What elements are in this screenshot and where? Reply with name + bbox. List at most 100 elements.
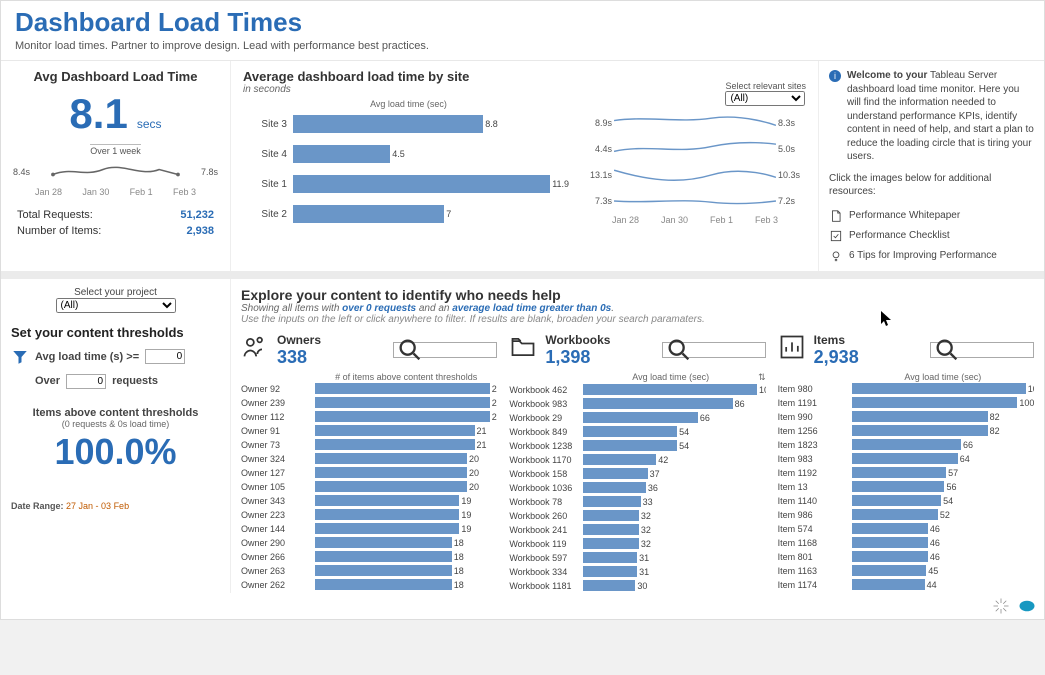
site-bar-row[interactable]: Site 27	[243, 199, 574, 229]
table-row[interactable]: Workbook 26032	[509, 509, 765, 523]
spark-end: 7.8s	[201, 167, 218, 177]
avg-load-input[interactable]	[145, 349, 185, 364]
site-line-row[interactable]: 7.3s7.2s	[586, 189, 806, 213]
table-row[interactable]: Item 116846	[778, 536, 1034, 550]
table-row[interactable]: Owner 7321	[241, 438, 497, 452]
over-requests-input[interactable]	[66, 374, 106, 389]
search-icon	[396, 336, 424, 364]
folder-icon	[509, 333, 537, 361]
table-row[interactable]: Item 1191100	[778, 396, 1034, 410]
table-row[interactable]: Item 119257	[778, 466, 1034, 480]
info-bold: Welcome to your	[847, 70, 927, 81]
table-row[interactable]: Item 116345	[778, 564, 1034, 578]
table-row[interactable]: Workbook 11932	[509, 537, 765, 551]
table-row[interactable]: Item 1356	[778, 480, 1034, 494]
items-axis: Avg load time (sec)	[852, 372, 1034, 382]
people-icon	[241, 333, 269, 361]
table-row[interactable]: Workbook 98386	[509, 397, 765, 411]
table-row[interactable]: Workbook 59731	[509, 551, 765, 565]
explore-sub-post: .	[611, 303, 614, 314]
table-row[interactable]: Item 117444	[778, 578, 1034, 592]
items-search[interactable]	[930, 342, 1034, 358]
by-site-sub: in seconds	[243, 84, 806, 95]
by-site-panel: Average dashboard load time by site in s…	[231, 61, 819, 271]
table-row[interactable]: Owner 14419	[241, 522, 497, 536]
workbooks-search-input[interactable]	[695, 345, 765, 356]
table-row[interactable]: Workbook 123854	[509, 439, 765, 453]
info-panel: i Welcome to your Tableau Server dashboa…	[819, 61, 1044, 271]
items-title: Items	[814, 333, 859, 347]
explore-heading: Explore your content to identify who nee…	[241, 287, 1034, 303]
select-sites-label: Select relevant sites	[725, 81, 806, 91]
site-bar-row[interactable]: Site 44.5	[243, 139, 574, 169]
link-tips[interactable]: 6 Tips for Improving Performance	[829, 249, 1034, 263]
owners-column[interactable]: Owners 338 # of items above content thre…	[241, 333, 497, 593]
workbooks-title: Workbooks	[545, 333, 610, 347]
site-lines[interactable]: Select relevant sites (All) 8.9s8.3s4.4s…	[586, 99, 806, 229]
table-row[interactable]: Owner 23923	[241, 396, 497, 410]
site-line-row[interactable]: 4.4s5.0s	[586, 137, 806, 161]
table-row[interactable]: Workbook 462100	[509, 383, 765, 397]
num-items-label: Number of Items:	[17, 225, 101, 237]
items-column[interactable]: Items 2,938 Avg load time (sec) Item 980…	[778, 333, 1034, 593]
table-row[interactable]: Owner 9121	[241, 424, 497, 438]
table-row[interactable]: Item 98364	[778, 452, 1034, 466]
table-row[interactable]: Owner 9223	[241, 382, 497, 396]
site-bar-row[interactable]: Site 38.8	[243, 109, 574, 139]
table-row[interactable]: Workbook 7833	[509, 495, 765, 509]
table-row[interactable]: Workbook 118130	[509, 579, 765, 593]
table-row[interactable]: Item 114054	[778, 494, 1034, 508]
table-row[interactable]: Owner 26218	[241, 578, 497, 592]
table-row[interactable]: Owner 26318	[241, 564, 497, 578]
page-subtitle: Monitor load times. Partner to improve d…	[15, 40, 1030, 52]
table-row[interactable]: Workbook 2966	[509, 411, 765, 425]
table-row[interactable]: Workbook 103636	[509, 481, 765, 495]
table-row[interactable]: Owner 11223	[241, 410, 497, 424]
link-whitepaper[interactable]: Performance Whitepaper	[829, 209, 1034, 223]
link-label: Performance Whitepaper	[849, 209, 960, 223]
table-row[interactable]: Workbook 84954	[509, 425, 765, 439]
table-row[interactable]: Workbook 15837	[509, 467, 765, 481]
cursor-icon	[881, 311, 893, 327]
project-dropdown[interactable]: (All)	[56, 298, 176, 313]
table-row[interactable]: Owner 12720	[241, 466, 497, 480]
select-sites-dropdown[interactable]: (All)	[725, 91, 805, 106]
table-row[interactable]: Owner 10520	[241, 480, 497, 494]
table-row[interactable]: Item 99082	[778, 410, 1034, 424]
owners-count: 338	[277, 347, 321, 368]
tableau-logo-icon	[992, 597, 1010, 615]
owners-search-input[interactable]	[426, 345, 496, 356]
link-checklist[interactable]: Performance Checklist	[829, 229, 1034, 243]
owners-search[interactable]	[393, 342, 497, 358]
table-row[interactable]: Item 125682	[778, 424, 1034, 438]
table-row[interactable]: Owner 26618	[241, 550, 497, 564]
avg-heading: Avg Dashboard Load Time	[13, 69, 218, 84]
table-row[interactable]: Owner 22319	[241, 508, 497, 522]
explore-sub2: Use the inputs on the left or click anyw…	[241, 314, 1034, 325]
items-search-input[interactable]	[963, 345, 1033, 356]
dashboard: Dashboard Load Times Monitor load times.…	[0, 0, 1045, 620]
sort-icon[interactable]: ⇅	[758, 372, 766, 383]
chart-icon	[778, 333, 806, 361]
table-row[interactable]: Owner 32420	[241, 452, 497, 466]
site-line-row[interactable]: 8.9s8.3s	[586, 111, 806, 135]
table-row[interactable]: Item 182366	[778, 438, 1034, 452]
lightbulb-icon	[829, 249, 843, 263]
table-row[interactable]: Item 80146	[778, 550, 1034, 564]
site-bar-row[interactable]: Site 111.9	[243, 169, 574, 199]
table-row[interactable]: Workbook 117042	[509, 453, 765, 467]
site-bar-axis: Avg load time (sec)	[243, 99, 574, 109]
table-row[interactable]: Owner 34319	[241, 494, 497, 508]
workbooks-search[interactable]	[662, 342, 766, 358]
table-row[interactable]: Item 57446	[778, 522, 1034, 536]
table-row[interactable]: Owner 29018	[241, 536, 497, 550]
site-bars[interactable]: Avg load time (sec) Site 38.8Site 44.5Si…	[243, 99, 574, 229]
site-line-row[interactable]: 13.1s10.3s	[586, 163, 806, 187]
table-row[interactable]: Workbook 24132	[509, 523, 765, 537]
table-row[interactable]: Item 980105	[778, 382, 1034, 396]
table-row[interactable]: Workbook 33431	[509, 565, 765, 579]
info-links-intro: Click the images below for additional re…	[829, 172, 1034, 199]
explore-sub-pre: Showing all items with	[241, 303, 342, 314]
table-row[interactable]: Item 98652	[778, 508, 1034, 522]
workbooks-column[interactable]: Workbooks 1,398 Avg load time (sec)⇅ Wor…	[509, 333, 765, 593]
